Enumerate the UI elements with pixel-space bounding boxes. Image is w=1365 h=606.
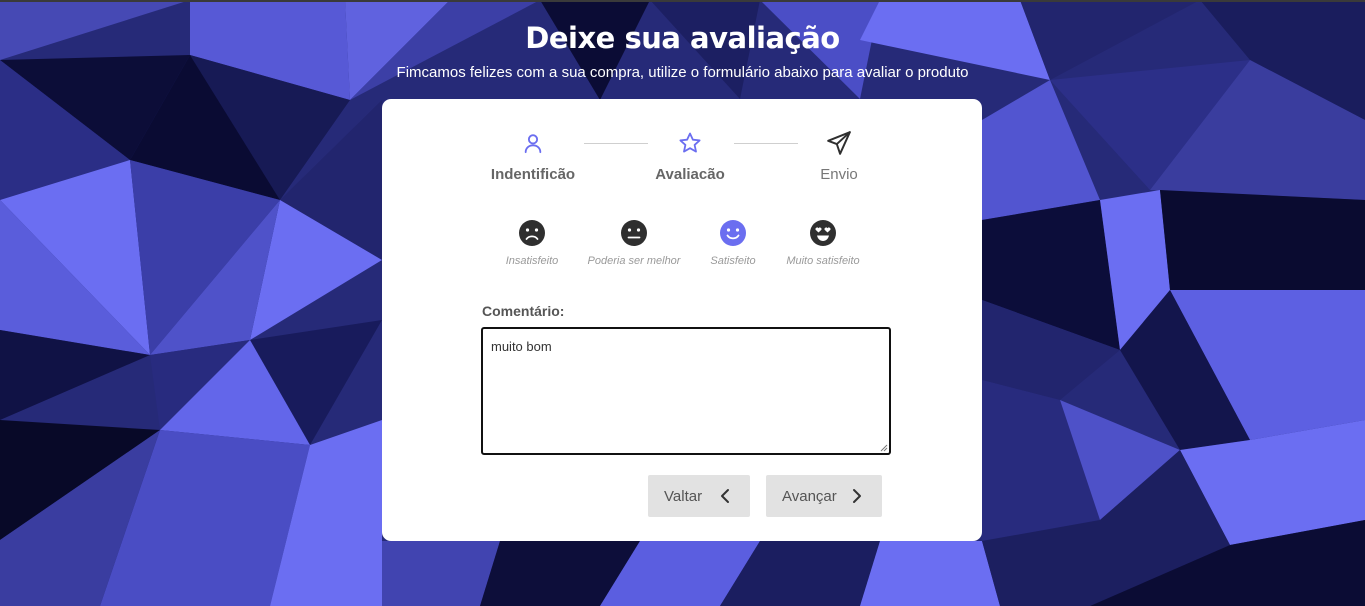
step-label: Envio [820, 166, 858, 183]
mood-label: Poderia ser melhor [587, 255, 681, 267]
mood-option-poderia-ser-melhor[interactable]: Poderia ser melhor [584, 219, 684, 267]
user-icon [473, 129, 593, 157]
mood-option-satisfeito[interactable]: Satisfeito [683, 219, 783, 267]
next-button[interactable]: Avançar [766, 475, 882, 517]
mood-option-insatisfeito[interactable]: Insatisfeito [482, 219, 582, 267]
back-button-label: Valtar [664, 487, 703, 505]
comment-textarea[interactable]: muito bom [481, 327, 891, 455]
send-icon [779, 129, 899, 157]
mood-label: Muito satisfeito [786, 255, 860, 267]
chevron-left-icon [720, 488, 730, 504]
page-title: Deixe sua avaliação [525, 21, 840, 55]
frown-face-icon[interactable] [482, 219, 582, 247]
back-button[interactable]: Valtar [648, 475, 750, 517]
smile-face-icon[interactable] [683, 219, 783, 247]
page-header: Deixe sua avaliação Fimcamos felizes com… [0, 18, 1365, 82]
step-label: Indentificão [490, 166, 576, 183]
neutral-face-icon[interactable] [584, 219, 684, 247]
star-icon [630, 129, 750, 157]
page-subtitle: Fimcamos felizes com a sua compra, utili… [396, 64, 969, 81]
step-send: Envio [779, 129, 899, 183]
step-label: Avaliacão [655, 166, 725, 183]
next-button-label: Avançar [782, 487, 837, 505]
mood-option-muito-satisfeito[interactable]: Muito satisfeito [773, 219, 873, 267]
mood-label: Satisfeito [710, 255, 756, 267]
top-border [0, 0, 1365, 2]
comment-label: Comentário: [482, 303, 565, 319]
step-rating: Avaliacão [630, 129, 750, 183]
chevron-right-icon [852, 488, 862, 504]
comment-value[interactable]: muito bom [491, 339, 552, 354]
mood-label: Insatisfeito [505, 255, 559, 267]
heart-eyes-face-icon[interactable] [773, 219, 873, 247]
resize-grip-icon[interactable] [880, 444, 888, 452]
review-card: Indentificão Avaliacão Envio Insatisfeit… [382, 99, 982, 541]
step-identification: Indentificão [473, 129, 593, 183]
